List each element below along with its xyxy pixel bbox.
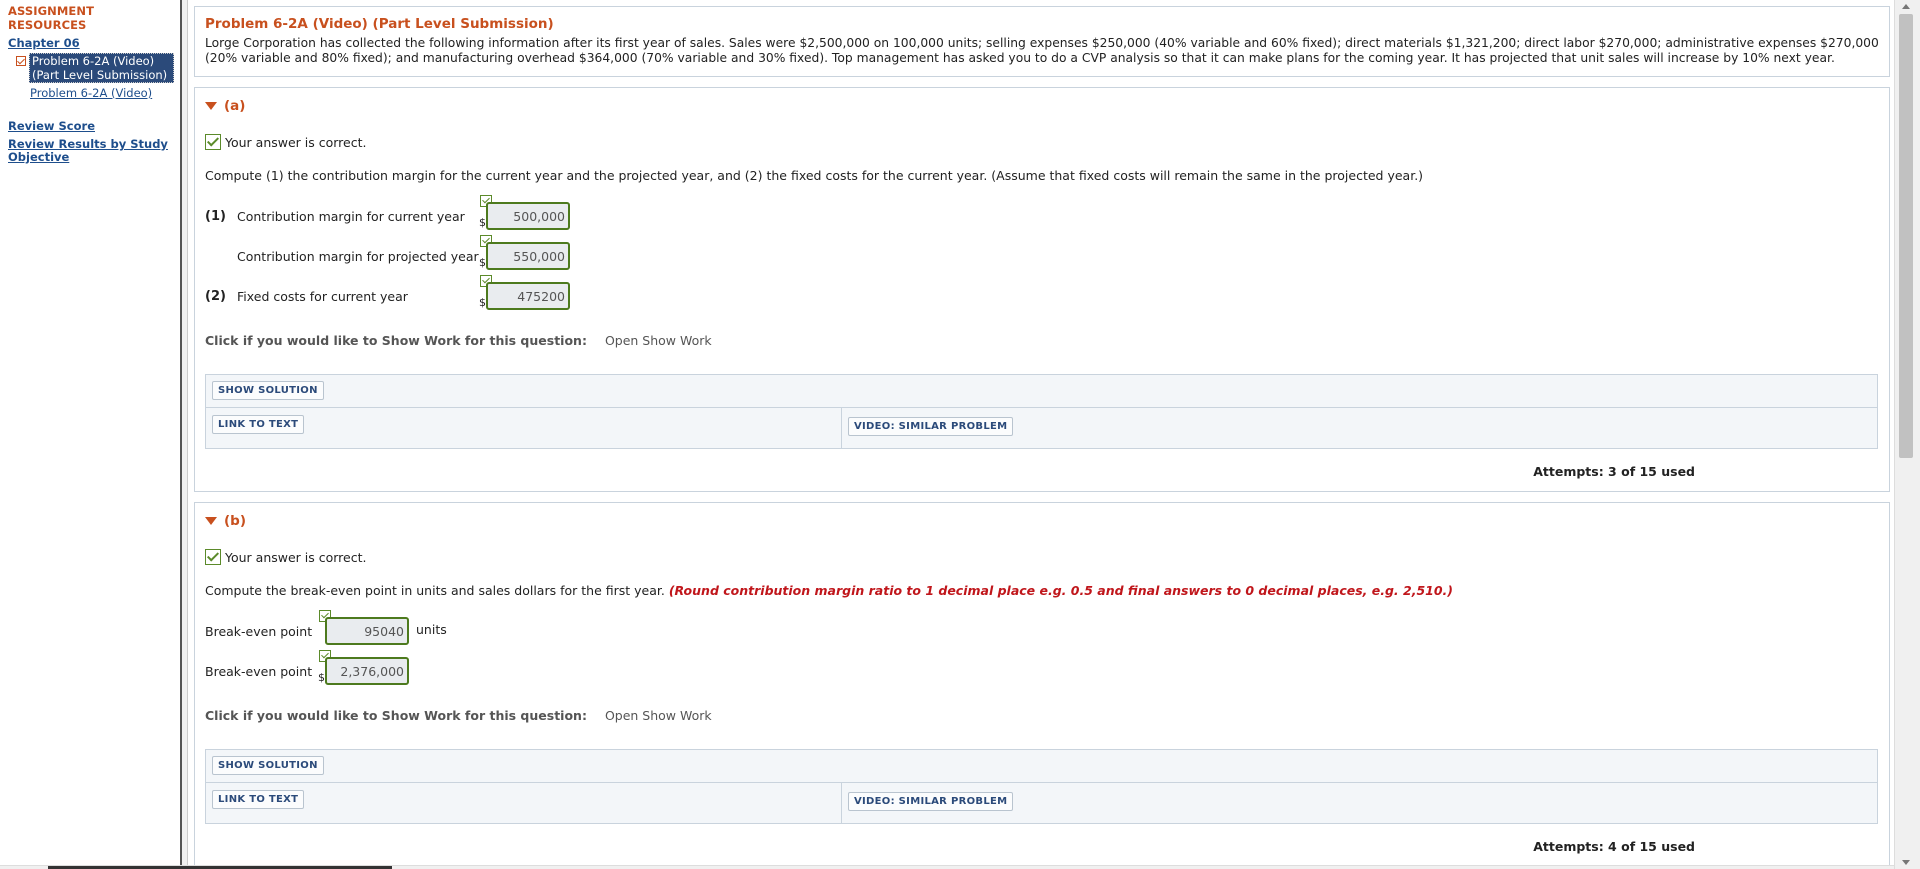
show-work-row: Click if you would like to Show Work for… bbox=[205, 333, 1879, 348]
solution-box-top: SHOW SOLUTION bbox=[206, 750, 1877, 783]
contribution-margin-current-input[interactable]: 500,000 bbox=[486, 202, 570, 230]
part-a-panel: (a) Your answer is correct. Compute (1) … bbox=[194, 87, 1890, 492]
review-results-link[interactable]: Review Results by Study Objective bbox=[8, 138, 174, 164]
row-label: Fixed costs for current year bbox=[237, 288, 408, 304]
problem-header: Problem 6-2A (Video) (Part Level Submiss… bbox=[194, 6, 1890, 77]
row-number: (1) bbox=[205, 208, 226, 224]
open-show-work-link[interactable]: Open Show Work bbox=[605, 333, 712, 348]
answer-row: (2) Fixed costs for current year $ 47520… bbox=[205, 275, 1879, 311]
solution-box-bottom: LINK TO TEXT VIDEO: SIMILAR PROBLEM bbox=[206, 408, 1877, 448]
part-a-toggle[interactable]: (a) bbox=[205, 98, 1879, 114]
row-label: Break-even point bbox=[205, 663, 313, 679]
answer-row: Break-even point 95040 units bbox=[205, 610, 1879, 646]
row-label: Break-even point bbox=[205, 623, 313, 639]
review-score-link[interactable]: Review Score bbox=[8, 120, 174, 133]
sidebar-title: ASSIGNMENT RESOURCES bbox=[8, 4, 95, 32]
sidebar-subitem-video[interactable]: Problem 6-2A (Video) bbox=[30, 86, 174, 100]
part-b-toggle[interactable]: (b) bbox=[205, 513, 1879, 529]
solution-box: SHOW SOLUTION LINK TO TEXT VIDEO: SIMILA… bbox=[205, 374, 1878, 449]
correct-status: Your answer is correct. bbox=[205, 134, 1879, 150]
answer-row: Break-even point $ 2,376,000 bbox=[205, 650, 1879, 686]
answer-row: Contribution margin for projected year $… bbox=[205, 235, 1879, 271]
solution-box: SHOW SOLUTION LINK TO TEXT VIDEO: SIMILA… bbox=[205, 749, 1878, 824]
checkmark-icon bbox=[16, 56, 26, 66]
correct-text: Your answer is correct. bbox=[225, 134, 367, 150]
solution-cell-right: VIDEO: SIMILAR PROBLEM bbox=[842, 408, 1019, 448]
part-b-panel: (b) Your answer is correct. Compute the … bbox=[194, 502, 1890, 867]
break-even-dollars-input[interactable]: 2,376,000 bbox=[325, 657, 409, 685]
solution-cell-right: VIDEO: SIMILAR PROBLEM bbox=[842, 783, 1019, 823]
collapse-triangle-icon bbox=[205, 517, 217, 525]
scroll-up-icon[interactable] bbox=[1902, 4, 1910, 9]
show-work-prompt: Click if you would like to Show Work for… bbox=[205, 333, 587, 348]
checkmark-icon bbox=[205, 549, 221, 565]
rounding-note: (Round contribution margin ratio to 1 de… bbox=[668, 583, 1454, 598]
show-work-row: Click if you would like to Show Work for… bbox=[205, 708, 1879, 723]
row-label: Contribution margin for current year bbox=[237, 208, 465, 224]
solution-cell-left: LINK TO TEXT bbox=[206, 408, 842, 448]
fixed-costs-input[interactable]: 475200 bbox=[486, 282, 570, 310]
part-b-label: (b) bbox=[224, 513, 247, 529]
solution-box-top: SHOW SOLUTION bbox=[206, 375, 1877, 408]
sidebar-item-current-problem[interactable]: Problem 6-2A (Video) (Part Level Submiss… bbox=[16, 53, 174, 83]
dollar-sign: $ bbox=[318, 671, 325, 684]
link-to-text-button[interactable]: LINK TO TEXT bbox=[212, 415, 305, 434]
problem-text: Lorge Corporation has collected the foll… bbox=[205, 36, 1879, 65]
video-similar-problem-button[interactable]: VIDEO: SIMILAR PROBLEM bbox=[848, 417, 1014, 436]
row-label: Contribution margin for projected year bbox=[237, 248, 479, 264]
show-solution-button[interactable]: SHOW SOLUTION bbox=[212, 756, 324, 775]
correct-status: Your answer is correct. bbox=[205, 549, 1879, 565]
horizontal-scrollbar[interactable] bbox=[0, 865, 1894, 869]
sidebar-item-label[interactable]: Problem 6-2A (Video) (Part Level Submiss… bbox=[29, 53, 174, 83]
show-work-prompt: Click if you would like to Show Work for… bbox=[205, 708, 587, 723]
part-a-instruction: Compute (1) the contribution margin for … bbox=[205, 168, 1424, 183]
dollar-sign: $ bbox=[479, 256, 486, 269]
problem-title: Problem 6-2A (Video) (Part Level Submiss… bbox=[205, 16, 554, 32]
dollar-sign: $ bbox=[479, 216, 486, 229]
dollar-sign: $ bbox=[479, 296, 486, 309]
collapse-triangle-icon bbox=[205, 102, 217, 110]
correct-text: Your answer is correct. bbox=[225, 549, 367, 565]
video-similar-problem-button[interactable]: VIDEO: SIMILAR PROBLEM bbox=[848, 792, 1014, 811]
link-to-text-button[interactable]: LINK TO TEXT bbox=[212, 790, 305, 809]
scrollbar-thumb[interactable] bbox=[1899, 14, 1913, 458]
solution-cell-left: LINK TO TEXT bbox=[206, 783, 842, 823]
checkmark-icon bbox=[205, 134, 221, 150]
chapter-link[interactable]: Chapter 06 bbox=[8, 36, 174, 50]
scroll-down-icon[interactable] bbox=[1902, 860, 1910, 865]
answer-row: (1) Contribution margin for current year… bbox=[205, 195, 1879, 231]
part-b-instruction: Compute the break-even point in units an… bbox=[205, 583, 1879, 598]
break-even-units-input[interactable]: 95040 bbox=[325, 617, 409, 645]
show-solution-button[interactable]: SHOW SOLUTION bbox=[212, 381, 324, 400]
frame-divider[interactable] bbox=[180, 0, 188, 869]
units-label: units bbox=[416, 622, 447, 637]
main-content: Problem 6-2A (Video) (Part Level Submiss… bbox=[188, 0, 1894, 869]
row-number: (2) bbox=[205, 288, 226, 304]
attempts-counter: Attempts: 4 of 15 used bbox=[1533, 839, 1695, 854]
attempts-counter: Attempts: 3 of 15 used bbox=[1533, 464, 1695, 479]
instruction-text: Compute the break-even point in units an… bbox=[205, 583, 665, 598]
solution-box-bottom: LINK TO TEXT VIDEO: SIMILAR PROBLEM bbox=[206, 783, 1877, 823]
assignment-resources-sidebar: ASSIGNMENT RESOURCES Chapter 06 Problem … bbox=[0, 0, 180, 869]
part-a-label: (a) bbox=[224, 98, 246, 114]
contribution-margin-projected-input[interactable]: 550,000 bbox=[486, 242, 570, 270]
vertical-scrollbar[interactable] bbox=[1894, 0, 1920, 869]
open-show-work-link[interactable]: Open Show Work bbox=[605, 708, 712, 723]
